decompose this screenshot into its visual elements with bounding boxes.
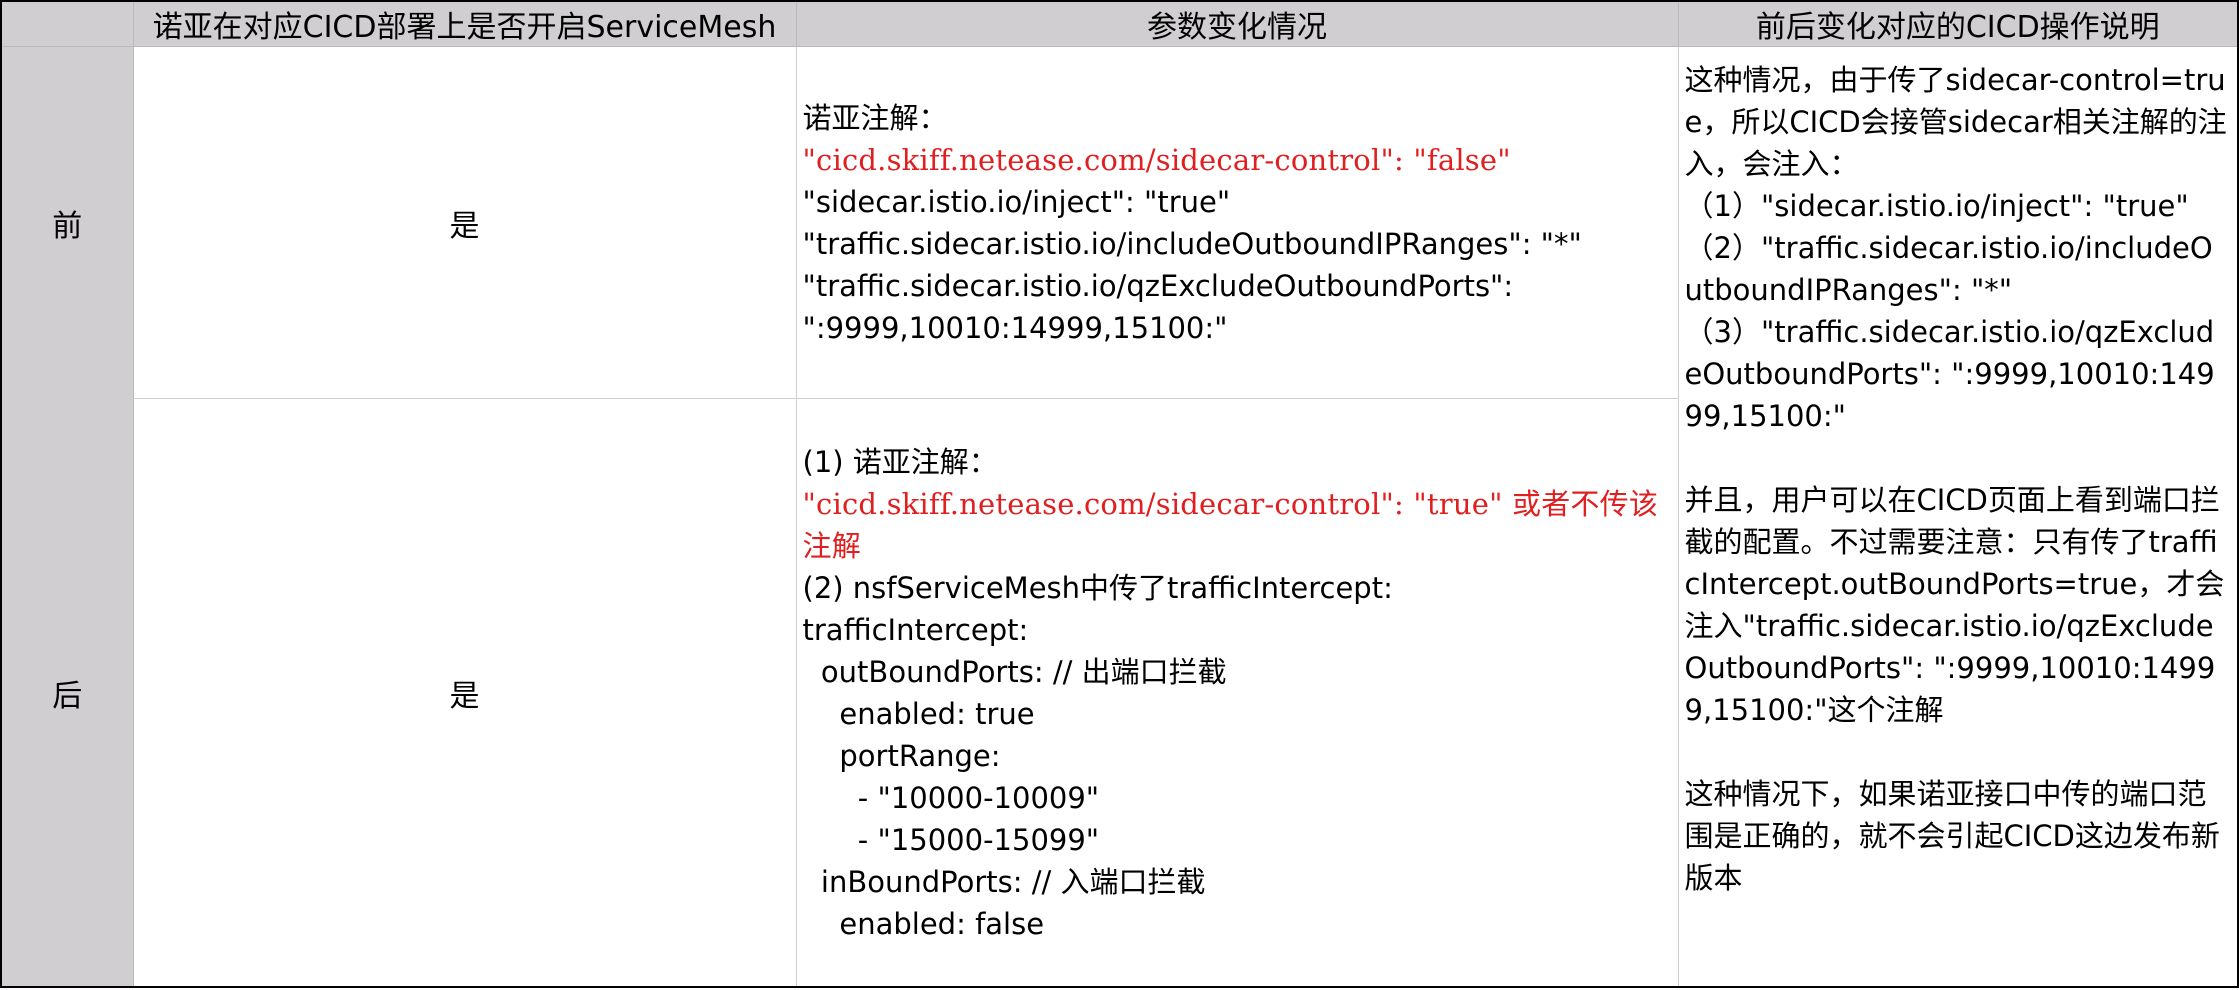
header-row: 诺亚在对应CICD部署上是否开启ServiceMesh 参数变化情况 前后变化对… [0,0,2239,47]
param-line: 诺亚注解： [802,100,948,135]
param-line: enabled: false [802,906,1045,941]
sidecar-control-annotation: "cicd.skiff.netease.com/sidecar-control"… [802,486,1659,563]
param-line: - "10000-10009" [802,780,1100,815]
sidecar-control-annotation: "cicd.skiff.netease.com/sidecar-control"… [802,142,1511,177]
param-line: trafficIntercept: [802,612,1029,647]
header-cicd-description[interactable]: 前后变化对应的CICD操作说明 [1677,0,2239,47]
row-label-after[interactable]: 后 [0,398,134,988]
param-changes-after[interactable]: (1) 诺亚注解： "cicd.skiff.netease.com/sideca… [795,398,1679,988]
param-line: - "15000-15099" [802,822,1100,857]
param-line: ":9999,10010:14999,15100:" [802,310,1228,345]
param-line: "traffic.sidecar.istio.io/includeOutboun… [802,226,1582,261]
param-line: inBoundPorts: // 入端口拦截 [802,864,1206,899]
param-line: outBoundPorts: // 出端口拦截 [802,654,1227,689]
param-line: (2) nsfServiceMesh中传了trafficIntercept: [802,570,1393,605]
param-line: "sidecar.istio.io/inject": "true" [802,184,1231,219]
header-param-changes[interactable]: 参数变化情况 [795,0,1679,47]
param-line: (1) 诺亚注解： [802,444,998,479]
param-line: portRange: [802,738,1001,773]
spreadsheet: 诺亚在对应CICD部署上是否开启ServiceMesh 参数变化情况 前后变化对… [0,0,2240,990]
param-changes-before[interactable]: 诺亚注解： "cicd.skiff.netease.com/sidecar-co… [795,46,1679,399]
row-label-before[interactable]: 前 [0,46,134,399]
cicd-description-cell[interactable]: 这种情况，由于传了sidecar-control=true，所以CICD会接管s… [1677,46,2239,988]
param-line: enabled: true [802,696,1035,731]
header-servicemesh-enabled[interactable]: 诺亚在对应CICD部署上是否开启ServiceMesh [132,0,797,47]
param-line: "traffic.sidecar.istio.io/qzExcludeOutbo… [802,268,1514,303]
table-row-before: 前 是 诺亚注解： "cicd.skiff.netease.com/sideca… [0,46,2239,988]
servicemesh-enabled-after[interactable]: 是 [132,398,797,988]
comparison-table: 诺亚在对应CICD部署上是否开启ServiceMesh 参数变化情况 前后变化对… [0,0,2239,988]
header-corner-cell[interactable] [0,0,134,47]
servicemesh-enabled-before[interactable]: 是 [132,46,797,399]
